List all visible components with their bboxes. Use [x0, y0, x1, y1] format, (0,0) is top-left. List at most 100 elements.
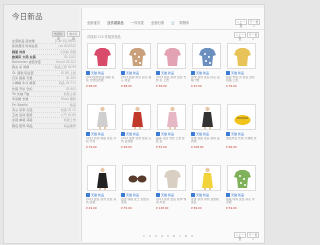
product-image[interactable]: [192, 104, 221, 130]
product-card[interactable]: 天猫 新品 甜美 花边 雪纺 上衣 夏装 女 ¥ 55.00: [156, 104, 187, 157]
product-tag: 天猫 新品: [191, 71, 222, 75]
next-page-button-2[interactable]: 下一页>: [247, 32, 259, 41]
product-image[interactable]: [227, 43, 256, 69]
product-title[interactable]: 2013 新款 女装 夏季 休闲 外套: [156, 198, 187, 205]
category-name: Fe: Boxiful: [12, 102, 29, 107]
product-title[interactable]: 韩版 时尚 女装 碎花 半身裙: [226, 198, 257, 205]
product-price: ¥ 58.00: [156, 84, 167, 88]
crumb-dresses[interactable]: 连衣裙新品: [107, 21, 123, 25]
product-title[interactable]: 2013 韩版 修身 碎花 裙子 夏装: [121, 76, 152, 83]
product-image[interactable]: [157, 43, 186, 69]
product-image[interactable]: [192, 165, 221, 191]
product-tag-label: 天猫 新品: [126, 193, 139, 197]
product-price: ¥ 66.00: [226, 145, 237, 149]
category-name: 欧美风 大码 女装: [12, 54, 36, 59]
bottom-pagination: 123456789: [142, 234, 194, 238]
category-meta: 精品推荐: [63, 123, 76, 128]
product-title[interactable]: 2013 新款 韩版 女装 针织 开衫: [86, 137, 117, 144]
product-title[interactable]: 波西米亚 长裙 沙滩裙 女: [226, 137, 257, 144]
product-image[interactable]: [122, 104, 151, 130]
category-meta: 新品 ID:771: [58, 81, 76, 86]
page-number[interactable]: 7: [178, 234, 182, 238]
cart-icon[interactable]: 🛒: [171, 21, 175, 25]
category-meta: Blast 爆款: [61, 97, 76, 102]
product-image[interactable]: [122, 43, 151, 69]
product-title[interactable]: 2013 夏装 新款 女装 黑色 短裙: [86, 198, 117, 205]
product-card[interactable]: 天猫 新品 新款 韩版 女士 太阳镜 墨镜 ¥ 35.00: [121, 165, 152, 218]
product-price: ¥ 68.00: [86, 84, 97, 88]
category-meta: 新款上市: [63, 118, 76, 123]
category-meta: 新品: [69, 102, 76, 107]
product-image[interactable]: [87, 165, 116, 191]
crumb-dropship[interactable]: 一件代发: [131, 21, 144, 25]
product-image[interactable]: [122, 165, 151, 191]
product-grid: 天猫 新品 2013夏季新款 韩版 女装 雪纺连衣裙 ¥ 68.00 天猫 新品 201…: [86, 43, 262, 218]
category-name: 小脚裤 牛仔 裤装: [12, 81, 36, 86]
store-icon: [121, 193, 125, 197]
category-meta: ID 602: [65, 86, 76, 91]
product-card[interactable]: 天猫 新品 2013 新款 韩版 女装 针织 开衫 ¥ 79.00: [86, 104, 117, 157]
product-tag-label: 天猫 新品: [91, 193, 104, 197]
product-image[interactable]: [157, 104, 186, 130]
product-card[interactable]: 天猫 新品 2013 夏装 新款 女装 黑色 短裙 ¥ 49.00: [86, 165, 117, 218]
product-price: ¥ 79.00: [86, 145, 97, 149]
product-card[interactable]: 天猫 新品 韩版 时尚 女装 碎花 半身裙 ¥ 59.00: [226, 165, 257, 218]
product-tag-label: 天猫 新品: [91, 71, 104, 75]
product-title[interactable]: 夏季 新款 女装 碎花 短袖 T恤: [191, 76, 222, 83]
product-card[interactable]: 天猫 新品 2013 新款 女装 夏季 休闲 外套 ¥ 128.00: [156, 165, 187, 218]
page-number[interactable]: 4: [160, 234, 164, 238]
next-page-button[interactable]: 下一页>: [248, 19, 260, 28]
page-number[interactable]: 8: [184, 234, 188, 238]
product-card[interactable]: 天猫 新品 2013 夏装 新款 女装 雪纺 衫 上衣 ¥ 58.00: [156, 43, 187, 96]
top-pager: <上一页 下一页>: [235, 19, 260, 28]
category-list: 女装新品 连衣裙 [Cat ID] 8852 新款潮流 时尚女装 Cat ID:854…: [12, 39, 76, 130]
prev-page-button[interactable]: <上一页: [235, 19, 247, 28]
crumb-categories[interactable]: 全部分类: [151, 21, 164, 25]
product-tag-label: 天猫 新品: [91, 132, 104, 136]
product-tag: 天猫 新品: [191, 132, 222, 136]
product-price: ¥ 35.00: [121, 206, 132, 210]
product-title[interactable]: 2013 夏季 新款 女装 红色 连衣裙: [121, 137, 152, 144]
page-number[interactable]: 9: [190, 234, 194, 238]
product-title[interactable]: 2013 夏装 新款 女装 雪纺 衫 上衣: [156, 76, 187, 83]
product-title[interactable]: 甜美 花边 雪纺 上衣 夏装 女: [156, 137, 187, 144]
page-number[interactable]: 1: [142, 234, 146, 238]
product-image[interactable]: [227, 165, 256, 191]
product-title[interactable]: 2013夏季新款 韩版 女装 雪纺连衣裙: [86, 76, 117, 83]
product-tag-label: 天猫 新品: [196, 132, 209, 136]
product-title[interactable]: 新款 韩版 女士 太阳镜 墨镜: [121, 198, 152, 205]
product-image[interactable]: [192, 43, 221, 69]
product-title[interactable]: 夏季 新款 黄色 连衣裙 女装: [191, 198, 222, 205]
product-tag: 天猫 新品: [86, 71, 117, 75]
category-item[interactable]: 箱包 配饰 饰品 精品推荐: [12, 123, 76, 130]
prev-page-button-bottom[interactable]: <上一页: [234, 232, 246, 241]
product-image[interactable]: [227, 104, 256, 130]
product-card[interactable]: 天猫 新品 2013 夏季 新款 女装 红色 连衣裙 ¥ 99.00: [121, 104, 152, 157]
product-card[interactable]: 天猫 新品 波西米亚 长裙 沙滩裙 女 ¥ 66.00: [226, 104, 257, 157]
category-name: 背心 吊带 打底: [12, 107, 33, 112]
page-number[interactable]: 6: [172, 234, 176, 238]
product-card[interactable]: 天猫 新品 夏季 韩版 女装 黑色 连衣裙 ¥ 108.00: [191, 104, 222, 157]
product-tag: 天猫 新品: [121, 193, 152, 197]
page-number[interactable]: 2: [148, 234, 152, 238]
tab-hot[interactable]: 热销新品: [52, 31, 65, 40]
category-name: 新款潮流 时尚女装: [12, 44, 38, 49]
product-card[interactable]: 天猫 新品 韩版 学院 风 女装 宽松 短袖 上衣 ¥ 39.00: [226, 43, 257, 96]
product-title[interactable]: 夏季 韩版 女装 黑色 连衣裙: [191, 137, 222, 144]
product-image[interactable]: [157, 165, 186, 191]
product-card[interactable]: 天猫 新品 2013 韩版 修身 碎花 裙子 夏装 ¥ 88.00: [121, 43, 152, 96]
product-image[interactable]: [87, 104, 116, 130]
product-card[interactable]: 天猫 新品 夏季 新款 黄色 连衣裙 女装 ¥ 89.00: [191, 165, 222, 218]
crumb-cart[interactable]: 购物车: [179, 21, 189, 25]
prev-page-button-2[interactable]: <上一页: [234, 32, 246, 41]
page-number[interactable]: 5: [166, 234, 170, 238]
page-number[interactable]: 3: [154, 234, 158, 238]
product-title[interactable]: 韩版 学院 风 女装 宽松 短袖 上衣: [226, 76, 257, 83]
tab-recommend[interactable]: 推荐商品: [67, 31, 80, 40]
product-card[interactable]: 天猫 新品 2013夏季新款 韩版 女装 雪纺连衣裙 ¥ 68.00: [86, 43, 117, 96]
crumb-all[interactable]: 全部宝贝: [87, 21, 100, 25]
next-page-button-bottom[interactable]: 下一页>: [247, 232, 259, 241]
top-pager-2: <上一页 下一页>: [234, 32, 259, 41]
product-card[interactable]: 天猫 新品 夏季 新款 女装 碎花 短袖 T恤 ¥ 45.00: [191, 43, 222, 96]
product-image[interactable]: [87, 43, 116, 69]
